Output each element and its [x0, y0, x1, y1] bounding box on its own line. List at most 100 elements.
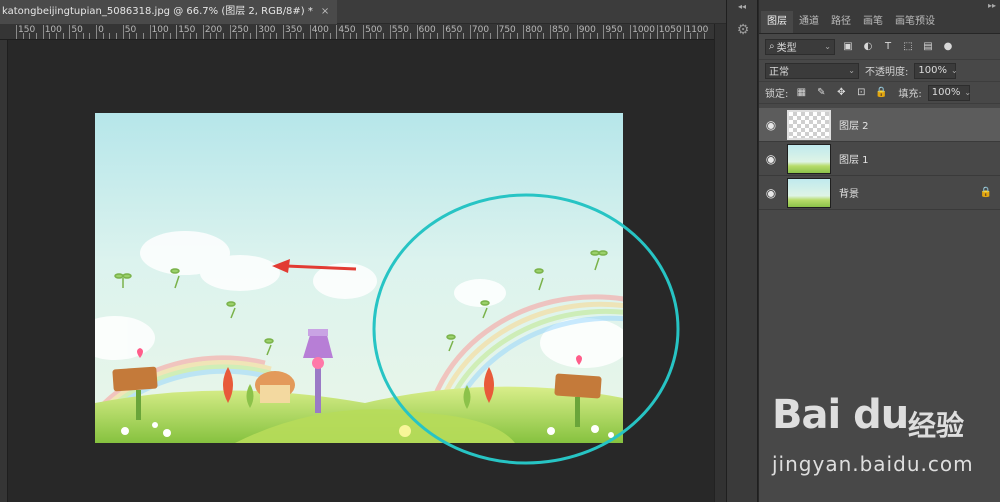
ruler-minor-tick — [349, 33, 351, 39]
ruler-minor-tick — [590, 33, 592, 39]
smart-object-filter-icon[interactable]: ▤ — [921, 40, 935, 54]
ruler-major-tick — [443, 25, 445, 39]
ruler-minor-tick — [76, 33, 78, 39]
ruler-minor-tick — [376, 33, 378, 39]
collapsed-panel-strip: ◂◂ ⚙ — [726, 0, 758, 502]
chevron-down-icon: ⌄ — [964, 88, 972, 97]
ruler-label: 50 — [71, 25, 83, 35]
layer-row-layer-1[interactable]: ◉ 图层 1 — [759, 142, 1000, 176]
collapse-dock-icon[interactable]: ▸▸ — [988, 1, 996, 10]
layer-list: ◉ 图层 2 ◉ 图层 1 ◉ 背景 🔒 — [759, 108, 1000, 210]
ruler-major-tick — [122, 25, 124, 39]
ruler-major-tick — [630, 25, 632, 39]
layer-filter-row: ⌕ 类型 ⌄ ▣ ◐ T ⬚ ▤ ● — [759, 34, 1000, 60]
ruler-minor-tick — [643, 33, 645, 39]
ruler-minor-tick — [570, 33, 572, 39]
ruler-minor-tick — [543, 33, 545, 39]
visibility-eye-icon[interactable]: ◉ — [759, 118, 783, 132]
collapse-panels-icon[interactable]: ◂◂ — [727, 2, 757, 11]
ruler-minor-tick — [169, 33, 171, 39]
document-tab[interactable]: katongbeijingtupian_5086318.jpg @ 66.7% … — [0, 0, 338, 24]
ruler-minor-tick — [596, 33, 598, 39]
visibility-eye-icon[interactable]: ◉ — [759, 186, 783, 200]
ruler-label: 500 — [365, 25, 383, 35]
ruler-label: 850 — [552, 25, 570, 35]
close-icon[interactable]: × — [321, 0, 329, 24]
ruler-minor-tick — [423, 33, 425, 39]
ruler-minor-tick — [583, 33, 585, 39]
tab-paths[interactable]: 路径 — [825, 11, 857, 33]
blend-mode-select[interactable]: 正常 ⌄ — [765, 62, 859, 79]
ruler-minor-tick — [403, 33, 405, 39]
filter-kind-select[interactable]: ⌕ 类型 ⌄ — [765, 38, 835, 55]
lock-transparent-icon[interactable]: ▦ — [794, 86, 808, 100]
document-tab-title: katongbeijingtupian_5086318.jpg @ 66.7% … — [2, 6, 313, 17]
vertical-ruler[interactable] — [0, 40, 8, 502]
ruler-minor-tick — [670, 33, 672, 39]
ruler-label: 550 — [391, 25, 409, 35]
ruler-minor-tick — [690, 33, 692, 39]
ruler-minor-tick — [116, 33, 118, 39]
layer-row-layer-2[interactable]: ◉ 图层 2 — [759, 108, 1000, 142]
ruler-major-tick — [16, 25, 17, 39]
lock-all-icon[interactable]: 🔒 — [874, 86, 888, 100]
ruler-minor-tick — [343, 33, 345, 39]
ruler-minor-tick — [369, 33, 371, 39]
ruler-major-tick — [96, 25, 98, 39]
history-panel-icon[interactable]: ⚙ — [733, 20, 753, 40]
layer-name: 图层 1 — [839, 155, 869, 166]
ruler-minor-tick — [196, 33, 198, 39]
ruler-minor-tick — [456, 33, 458, 39]
shape-filter-icon[interactable]: ⬚ — [901, 40, 915, 54]
layer-thumbnail — [787, 177, 831, 208]
ruler-minor-tick — [56, 33, 58, 39]
ruler-minor-tick — [696, 33, 698, 39]
horizontal-ruler[interactable]: 150 100 50 0 50 100 150 200 250 300 350 400 450 500 55… — [0, 24, 714, 40]
blend-opacity-row: 正常 ⌄ 不透明度: 100% ⌄ — [759, 60, 1000, 82]
ruler-minor-tick — [396, 33, 398, 39]
chevron-down-icon: ⌄ — [950, 66, 958, 75]
ruler-major-tick — [389, 25, 391, 39]
adjustment-filter-icon[interactable]: ◐ — [861, 40, 875, 54]
ruler-minor-tick — [463, 33, 465, 39]
ruler-minor-tick — [222, 33, 224, 39]
ruler-major-tick — [256, 25, 258, 39]
image-filter-icon[interactable]: ▣ — [841, 40, 855, 54]
red-arrow-head — [272, 259, 290, 273]
tab-brush-presets[interactable]: 画笔预设 — [889, 11, 941, 33]
vertical-scrollbar[interactable] — [714, 24, 726, 502]
panel-tab-bar: 图层 通道 路径 画笔 画笔预设 ▸▸ — [759, 0, 1000, 34]
ruler-minor-tick — [503, 33, 505, 39]
filter-toggle-icon[interactable]: ● — [941, 40, 955, 54]
tab-brush[interactable]: 画笔 — [857, 11, 889, 33]
tab-layers[interactable]: 图层 — [761, 11, 793, 33]
ruler-label: 450 — [338, 25, 356, 35]
filter-kind-value: 类型 — [776, 43, 797, 54]
fill-input[interactable]: 100% ⌄ — [927, 84, 972, 101]
opacity-value: 100% — [918, 65, 947, 76]
ruler-minor-tick — [249, 33, 251, 39]
canvas-area[interactable] — [8, 40, 714, 502]
type-filter-icon[interactable]: T — [881, 40, 895, 54]
ruler-minor-tick — [316, 33, 318, 39]
layer-thumbnail — [787, 143, 831, 174]
lock-paint-icon[interactable]: ✎ — [814, 86, 828, 100]
opacity-label: 不透明度: — [865, 67, 909, 78]
ruler-minor-tick — [136, 33, 138, 39]
ruler-major-tick — [469, 25, 471, 39]
blend-mode-value: 正常 — [769, 67, 789, 78]
lock-artboard-icon[interactable]: ⊡ — [854, 86, 868, 100]
layer-name: 背景 — [839, 189, 859, 200]
tab-channels[interactable]: 通道 — [793, 11, 825, 33]
opacity-input[interactable]: 100% ⌄ — [914, 62, 958, 79]
lock-position-icon[interactable]: ✥ — [834, 86, 848, 100]
ruler-label: 300 — [258, 25, 276, 35]
red-arrow-line — [285, 264, 357, 271]
ruler-label: 100 — [151, 25, 169, 35]
layers-panel: 图层 通道 路径 画笔 画笔预设 ▸▸ ⌕ 类型 ⌄ ▣ ◐ T ⬚ ▤ ● 正… — [759, 0, 1000, 502]
layer-row-background[interactable]: ◉ 背景 🔒 — [759, 176, 1000, 210]
visibility-eye-icon[interactable]: ◉ — [759, 152, 783, 166]
ruler-major-tick — [656, 25, 658, 39]
ruler-minor-tick — [162, 33, 164, 39]
ruler-major-tick — [603, 25, 605, 39]
